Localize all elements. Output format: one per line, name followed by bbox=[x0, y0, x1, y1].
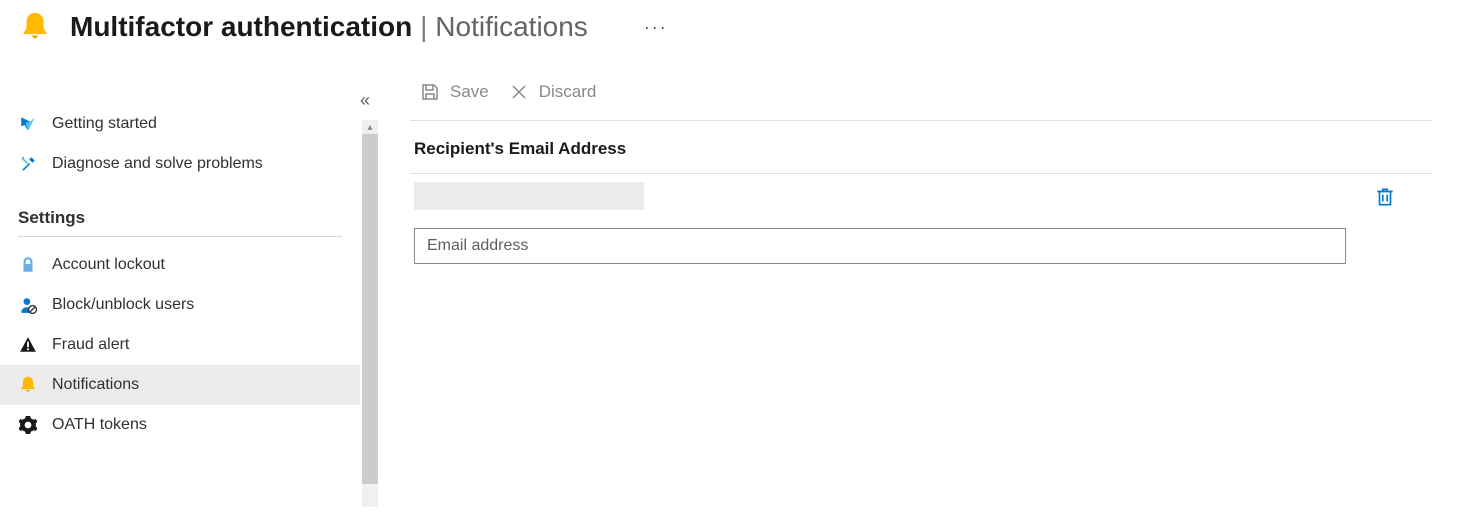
warning-icon bbox=[18, 335, 38, 355]
sidebar-item-block-users[interactable]: Block/unblock users bbox=[0, 285, 360, 325]
sidebar-section-settings: Settings bbox=[0, 202, 360, 236]
save-button[interactable]: Save bbox=[420, 82, 489, 102]
discard-button[interactable]: Discard bbox=[509, 82, 597, 102]
sidebar-item-label: Getting started bbox=[52, 115, 157, 133]
divider bbox=[18, 236, 342, 237]
scrollbar-track[interactable]: ▴ bbox=[362, 120, 378, 507]
bell-icon bbox=[18, 375, 38, 395]
close-icon bbox=[509, 82, 529, 102]
sidebar-item-account-lockout[interactable]: Account lockout bbox=[0, 245, 360, 285]
tools-icon bbox=[18, 154, 38, 174]
user-block-icon bbox=[18, 295, 38, 315]
scrollbar-thumb[interactable] bbox=[362, 134, 378, 484]
delete-button[interactable] bbox=[1374, 186, 1398, 210]
gear-icon bbox=[18, 415, 38, 435]
sidebar-scroll: « ▴ bbox=[360, 96, 380, 507]
table-row bbox=[410, 174, 1432, 222]
sidebar-item-label: Account lockout bbox=[52, 256, 165, 274]
sidebar-item-label: Fraud alert bbox=[52, 336, 129, 354]
recipients-label: Recipient's Email Address bbox=[410, 121, 1432, 173]
sidebar-item-label: Diagnose and solve problems bbox=[52, 155, 263, 173]
page-header: Multifactor authentication | Notificatio… bbox=[0, 0, 1462, 54]
save-label: Save bbox=[450, 82, 489, 102]
collapse-icon[interactable]: « bbox=[360, 90, 370, 111]
sidebar-item-label: OATH tokens bbox=[52, 416, 147, 434]
discard-label: Discard bbox=[539, 82, 597, 102]
page-title-wrap: Multifactor authentication | Notificatio… bbox=[70, 11, 588, 43]
more-icon[interactable]: ··· bbox=[644, 17, 668, 38]
title-separator: | bbox=[420, 11, 427, 42]
sidebar-item-notifications[interactable]: Notifications bbox=[0, 365, 360, 405]
quickstart-icon bbox=[18, 114, 38, 134]
scroll-up-icon[interactable]: ▴ bbox=[362, 120, 378, 134]
main-content: Save Discard Recipient's Email Address bbox=[380, 54, 1462, 507]
sidebar-item-getting-started[interactable]: Getting started bbox=[0, 104, 360, 144]
sidebar-item-diagnose[interactable]: Diagnose and solve problems bbox=[0, 144, 360, 184]
page-subtitle: Notifications bbox=[435, 11, 588, 42]
redacted-value bbox=[414, 182, 644, 210]
recipient-value bbox=[414, 182, 1362, 214]
email-input[interactable] bbox=[414, 228, 1346, 264]
sidebar-item-oath-tokens[interactable]: OATH tokens bbox=[0, 405, 360, 445]
sidebar-item-fraud-alert[interactable]: Fraud alert bbox=[0, 325, 360, 365]
sidebar-item-label: Notifications bbox=[52, 376, 139, 394]
sidebar-item-label: Block/unblock users bbox=[52, 296, 194, 314]
save-icon bbox=[420, 82, 440, 102]
lock-icon bbox=[18, 255, 38, 275]
bell-icon bbox=[18, 10, 52, 44]
toolbar: Save Discard bbox=[410, 54, 1432, 121]
page-title: Multifactor authentication bbox=[70, 11, 412, 42]
sidebar: Getting started Diagnose and solve probl… bbox=[0, 54, 360, 507]
